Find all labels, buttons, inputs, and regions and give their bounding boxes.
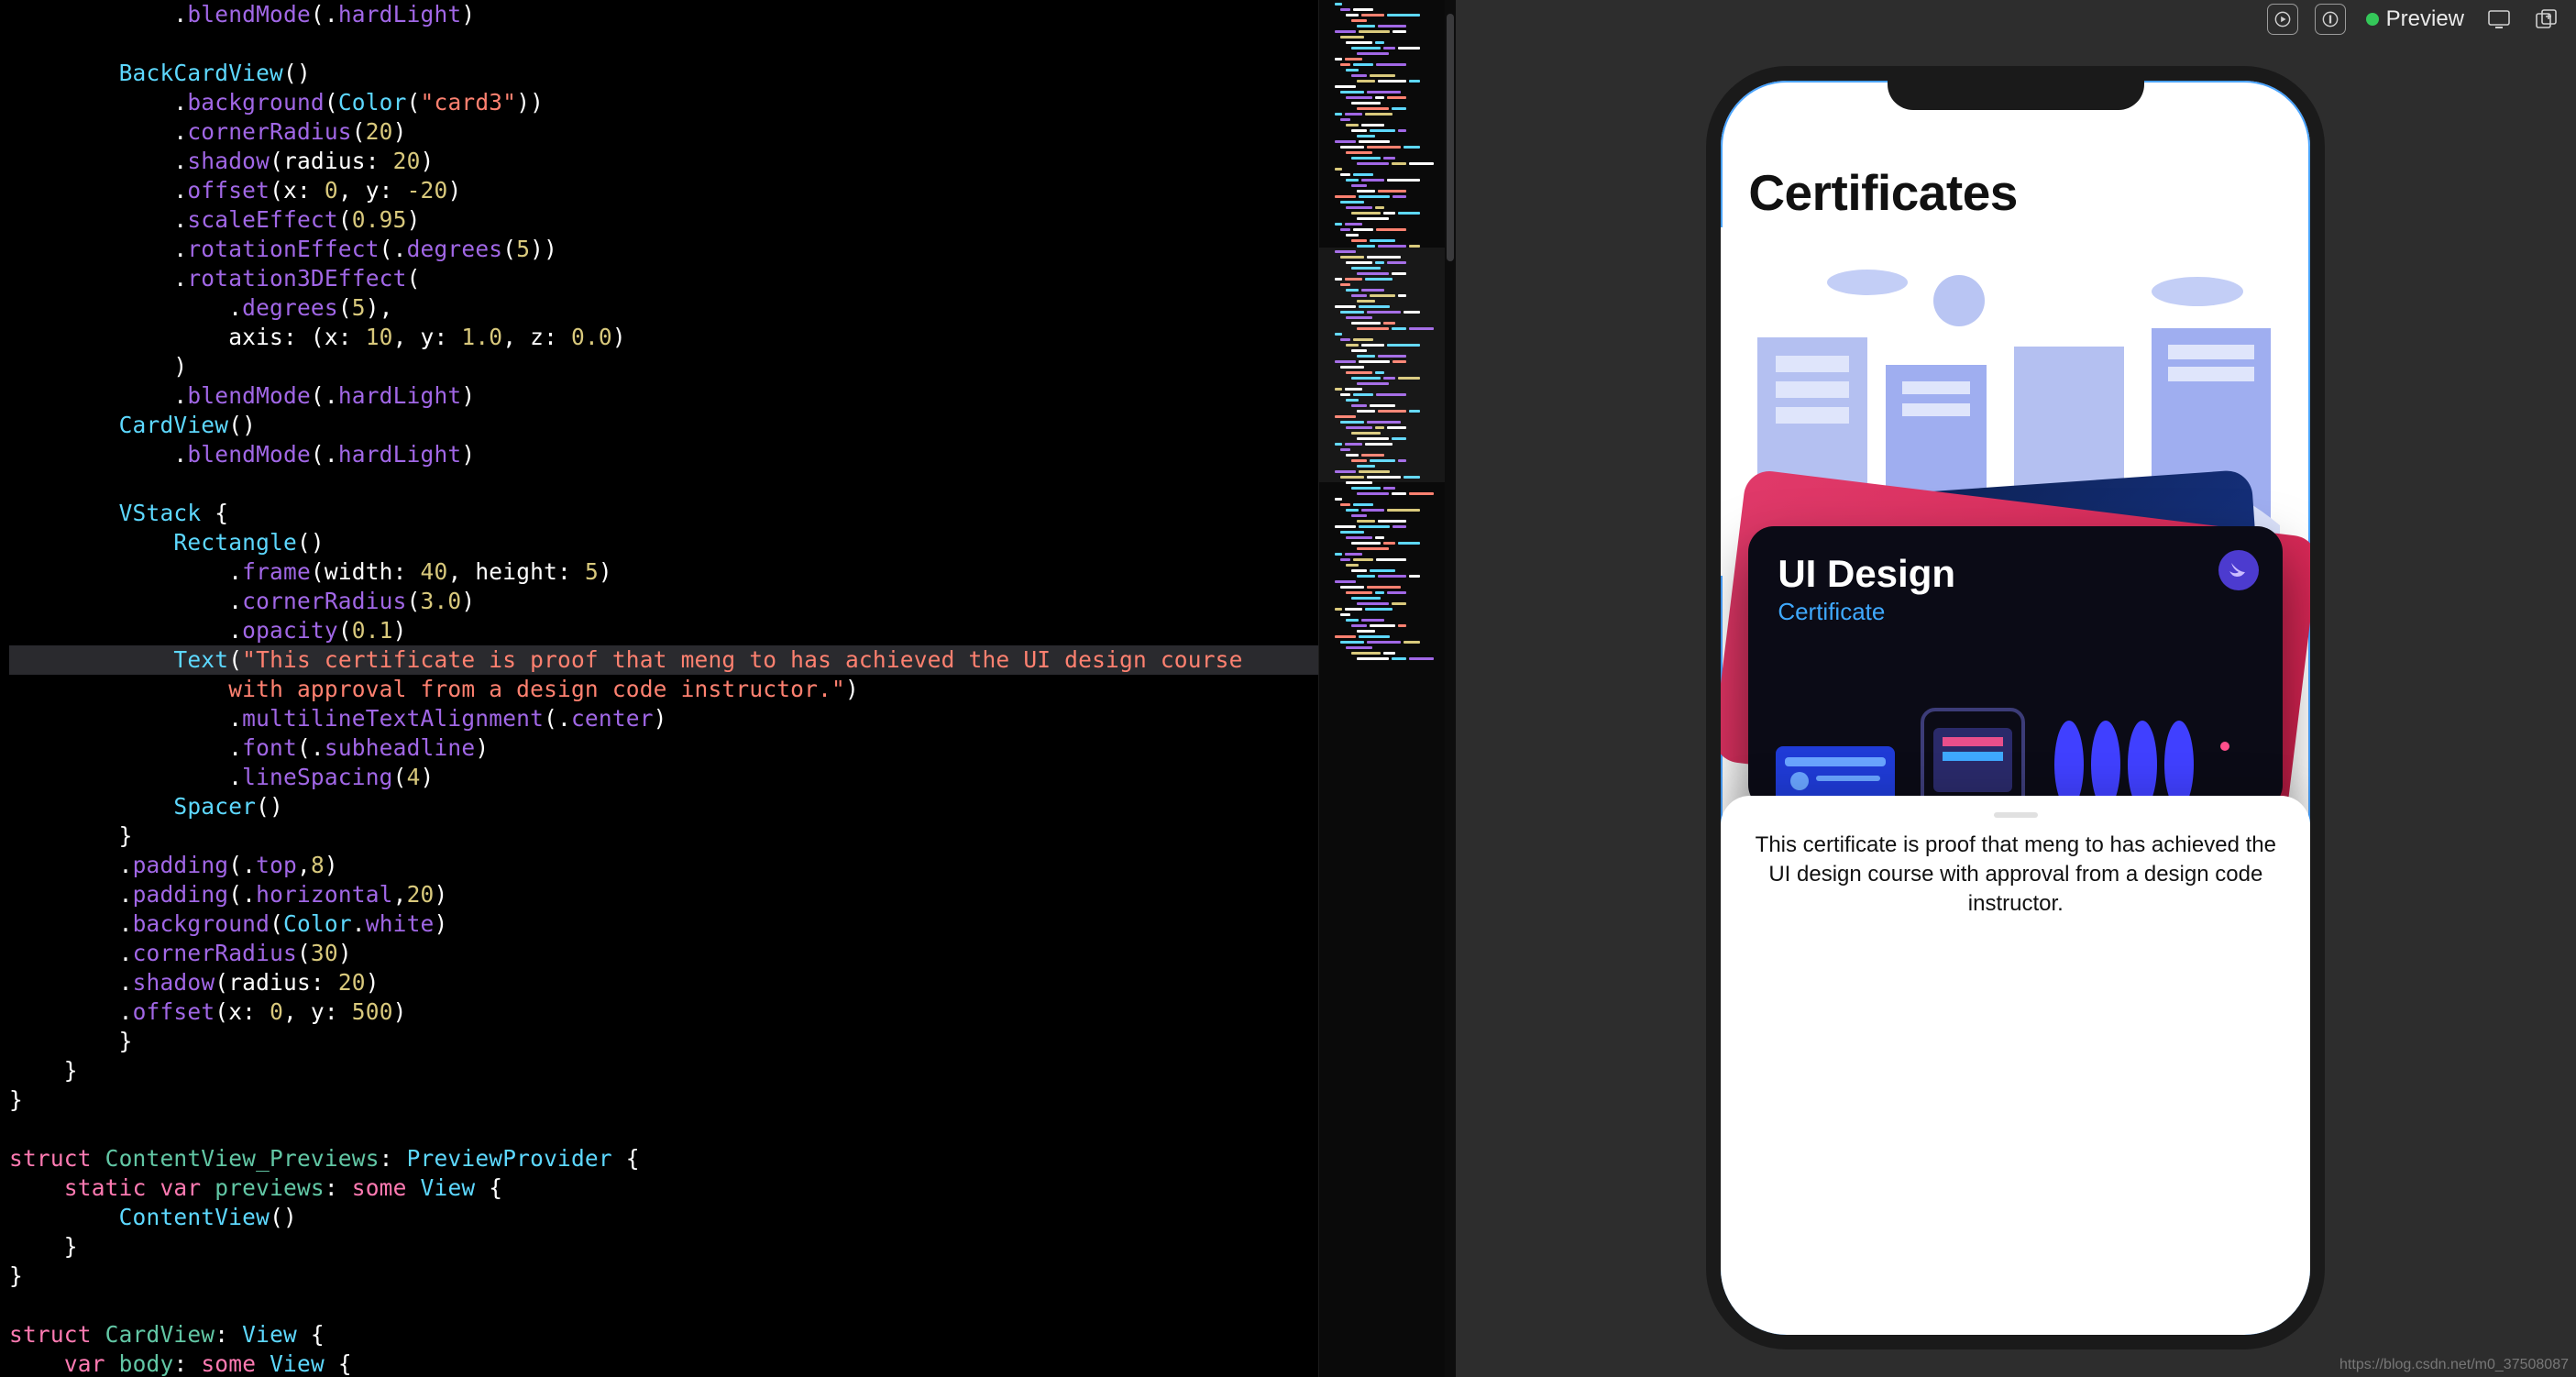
preview-live-dot-icon — [2366, 13, 2379, 26]
card-title: UI Design — [1778, 552, 2253, 596]
editor-scrollbar[interactable] — [1445, 0, 1456, 1377]
code-line[interactable] — [9, 1291, 1318, 1320]
code-line[interactable]: Rectangle() — [9, 528, 1318, 557]
code-line[interactable]: var body: some View { — [9, 1349, 1318, 1377]
code-line[interactable] — [9, 469, 1318, 499]
run-button[interactable] — [2267, 4, 2298, 35]
code-line[interactable] — [9, 1115, 1318, 1144]
code-line[interactable]: .cornerRadius(30) — [9, 939, 1318, 968]
code-line[interactable]: .shadow(radius: 20) — [9, 968, 1318, 997]
code-line[interactable]: ) — [9, 352, 1318, 381]
code-line[interactable]: .blendMode(.hardLight) — [9, 0, 1318, 29]
code-line[interactable]: .padding(.top,8) — [9, 851, 1318, 880]
code-line[interactable]: } — [9, 1085, 1318, 1115]
code-line[interactable]: } — [9, 1261, 1318, 1291]
code-line[interactable]: .multilineTextAlignment(.center) — [9, 704, 1318, 733]
minimap-viewport[interactable] — [1319, 248, 1456, 481]
code-line[interactable]: BackCardView() — [9, 59, 1318, 88]
bottom-sheet[interactable]: This certificate is proof that meng to h… — [1721, 796, 2310, 1335]
preview-toolbar: Preview — [1456, 0, 2576, 39]
code-line[interactable]: axis: (x: 10, y: 1.0, z: 0.0) — [9, 323, 1318, 352]
code-line[interactable]: } — [9, 1056, 1318, 1085]
code-line[interactable]: Spacer() — [9, 792, 1318, 821]
front-card[interactable]: UI Design Certificate — [1748, 526, 2283, 810]
code-line[interactable]: .degrees(5), — [9, 293, 1318, 323]
page-title: Certificates — [1748, 163, 2283, 222]
code-line[interactable]: .padding(.horizontal,20) — [9, 880, 1318, 909]
code-line[interactable]: VStack { — [9, 499, 1318, 528]
preview-status-label: Preview — [2386, 6, 2464, 32]
preview-panel: Preview Certificates — [1456, 0, 2576, 1377]
code-line[interactable]: .background(Color("card3")) — [9, 88, 1318, 117]
code-line[interactable]: CardView() — [9, 411, 1318, 440]
code-line[interactable]: struct CardView: View { — [9, 1320, 1318, 1349]
code-line[interactable]: .opacity(0.1) — [9, 616, 1318, 645]
code-line[interactable]: } — [9, 821, 1318, 851]
phone-notch — [1888, 66, 2144, 110]
code-line[interactable]: .cornerRadius(20) — [9, 117, 1318, 147]
device-picker-button[interactable] — [2484, 4, 2515, 35]
code-line[interactable]: .font(.subheadline) — [9, 733, 1318, 763]
duplicate-preview-button[interactable] — [2532, 4, 2561, 35]
code-line[interactable]: .rotation3DEffect( — [9, 264, 1318, 293]
code-line[interactable]: .cornerRadius(3.0) — [9, 587, 1318, 616]
code-line[interactable]: .rotationEffect(.degrees(5)) — [9, 235, 1318, 264]
code-editor-panel: .blendMode(.hardLight) BackCardView() .b… — [0, 0, 1456, 1377]
cards-stack: UI Design Certificate — [1748, 493, 2283, 823]
scrollbar-thumb[interactable] — [1447, 14, 1454, 261]
pin-preview-button[interactable] — [2315, 4, 2346, 35]
code-line[interactable]: } — [9, 1027, 1318, 1056]
code-line[interactable] — [9, 29, 1318, 59]
card-illustration — [1767, 691, 2243, 810]
code-line[interactable]: } — [9, 1232, 1318, 1261]
code-line[interactable]: .offset(x: 0, y: 500) — [9, 997, 1318, 1027]
swift-logo-icon — [2218, 550, 2259, 590]
sheet-grabber[interactable] — [1994, 812, 2038, 818]
code-line[interactable]: static var previews: some View { — [9, 1173, 1318, 1203]
code-line[interactable]: .shadow(radius: 20) — [9, 147, 1318, 176]
watermark: https://blog.csdn.net/m0_37508087 — [2339, 1357, 2569, 1373]
phone-screen[interactable]: Certificates — [1721, 81, 2310, 1335]
code-line[interactable]: struct ContentView_Previews: PreviewProv… — [9, 1144, 1318, 1173]
card-subtitle: Certificate — [1778, 598, 2253, 626]
minimap[interactable] — [1318, 0, 1456, 1377]
code-line[interactable]: Text("This certificate is proof that men… — [9, 645, 1318, 675]
code-line[interactable]: ContentView() — [9, 1203, 1318, 1232]
code-line[interactable]: .lineSpacing(4) — [9, 763, 1318, 792]
code-line[interactable]: .blendMode(.hardLight) — [9, 440, 1318, 469]
preview-status[interactable]: Preview — [2362, 4, 2468, 35]
code-line[interactable]: .background(Color.white) — [9, 909, 1318, 939]
code-line[interactable]: .frame(width: 40, height: 5) — [9, 557, 1318, 587]
code-area[interactable]: .blendMode(.hardLight) BackCardView() .b… — [0, 0, 1318, 1377]
code-line[interactable]: .offset(x: 0, y: -20) — [9, 176, 1318, 205]
code-line[interactable]: .blendMode(.hardLight) — [9, 381, 1318, 411]
code-line[interactable]: with approval from a design code instruc… — [9, 675, 1318, 704]
code-line[interactable]: .scaleEffect(0.95) — [9, 205, 1318, 235]
sheet-text: This certificate is proof that meng to h… — [1750, 831, 2281, 919]
phone-frame: Certificates — [1706, 66, 2325, 1349]
